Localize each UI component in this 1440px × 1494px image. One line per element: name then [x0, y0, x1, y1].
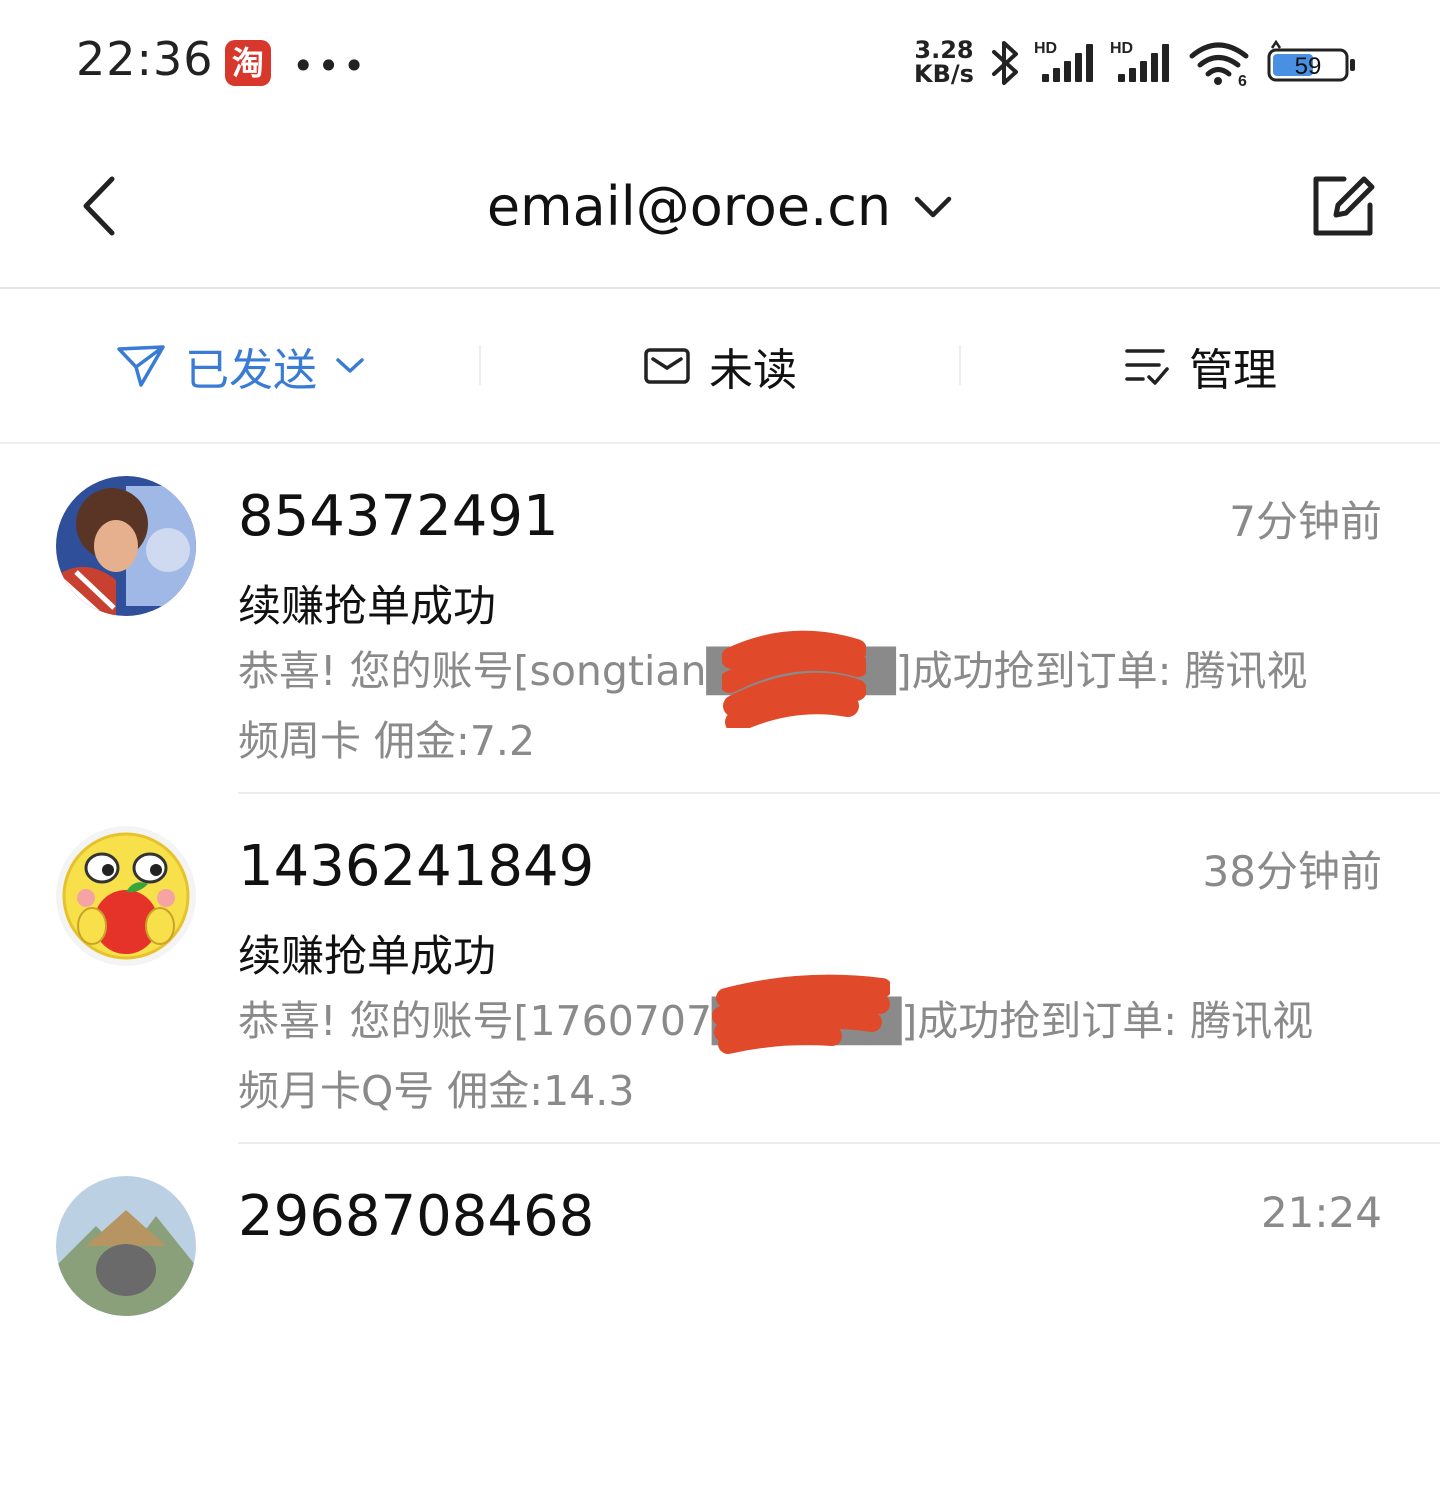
status-time: 22:36: [76, 32, 214, 86]
mail-list-item[interactable]: 1436241849 38分钟前 续赚抢单成功 恭喜! 您的账号[1760707…: [0, 794, 1440, 1144]
mail-sender: 854372491: [238, 484, 559, 549]
chevron-down-icon: [336, 357, 364, 373]
mail-subject: 续赚抢单成功: [238, 582, 496, 632]
folder-selector[interactable]: 已发送: [0, 289, 480, 442]
battery-level: 59: [1295, 53, 1322, 80]
account-switcher: email@oroe.cn: [0, 175, 1440, 238]
filter-bar: 已发送 未读 管理: [0, 289, 1440, 444]
mail-subject: 续赚抢单成功: [238, 932, 496, 982]
unread-filter[interactable]: 未读: [480, 289, 960, 442]
app-header: email@oroe.cn: [0, 125, 1440, 289]
chevron-down-icon: [914, 196, 952, 217]
avatar: [56, 476, 196, 616]
redaction-scribble: [722, 630, 866, 728]
mail-sender: 2968708468: [238, 1184, 595, 1249]
more-notifications-icon: •••: [292, 44, 369, 88]
account-switcher-button[interactable]: email@oroe.cn: [487, 175, 953, 238]
avatar: [56, 826, 196, 966]
manage-label: 管理: [1189, 344, 1277, 396]
signal-icon: HD: [1110, 40, 1169, 82]
account-email: email@oroe.cn: [486, 175, 892, 238]
avatar: [56, 1176, 196, 1316]
compose-icon[interactable]: [1308, 171, 1378, 241]
taobao-app-icon: 淘: [225, 40, 271, 86]
manage-list-icon: [1125, 348, 1169, 385]
network-speed: 3.28 KB/s: [912, 38, 976, 86]
battery-icon: 59: [1267, 39, 1355, 82]
signal-hd-label: HD: [1034, 40, 1057, 57]
manage-button[interactable]: 管理: [960, 289, 1440, 442]
mail-time: 21:24: [1260, 1188, 1382, 1237]
wifi-6-label: 6: [1238, 73, 1247, 88]
envelope-icon: [644, 347, 690, 384]
unread-label: 未读: [709, 344, 797, 396]
network-speed-unit: KB/s: [914, 60, 974, 88]
status-bar: 22:36 淘 ••• 3.28 KB/s HD HD 6 59: [0, 0, 1440, 125]
mail-list-item[interactable]: 2968708468 21:24: [0, 1144, 1440, 1494]
redaction-scribble: [712, 974, 890, 1054]
mail-time: 38分钟前: [1202, 847, 1382, 896]
wifi-icon: 6: [1189, 42, 1249, 88]
signal-icon: HD: [1034, 40, 1093, 82]
network-speed-value: 3.28: [914, 36, 974, 64]
mail-list-item[interactable]: 854372491 7分钟前 续赚抢单成功 恭喜! 您的账号[songtian█…: [0, 444, 1440, 794]
sent-icon: [117, 344, 165, 387]
signal-hd-label: HD: [1110, 40, 1133, 57]
folder-label: 已发送: [185, 344, 317, 396]
mail-time: 7分钟前: [1229, 497, 1382, 546]
bluetooth-icon: [992, 41, 1018, 85]
mail-sender: 1436241849: [238, 834, 595, 899]
